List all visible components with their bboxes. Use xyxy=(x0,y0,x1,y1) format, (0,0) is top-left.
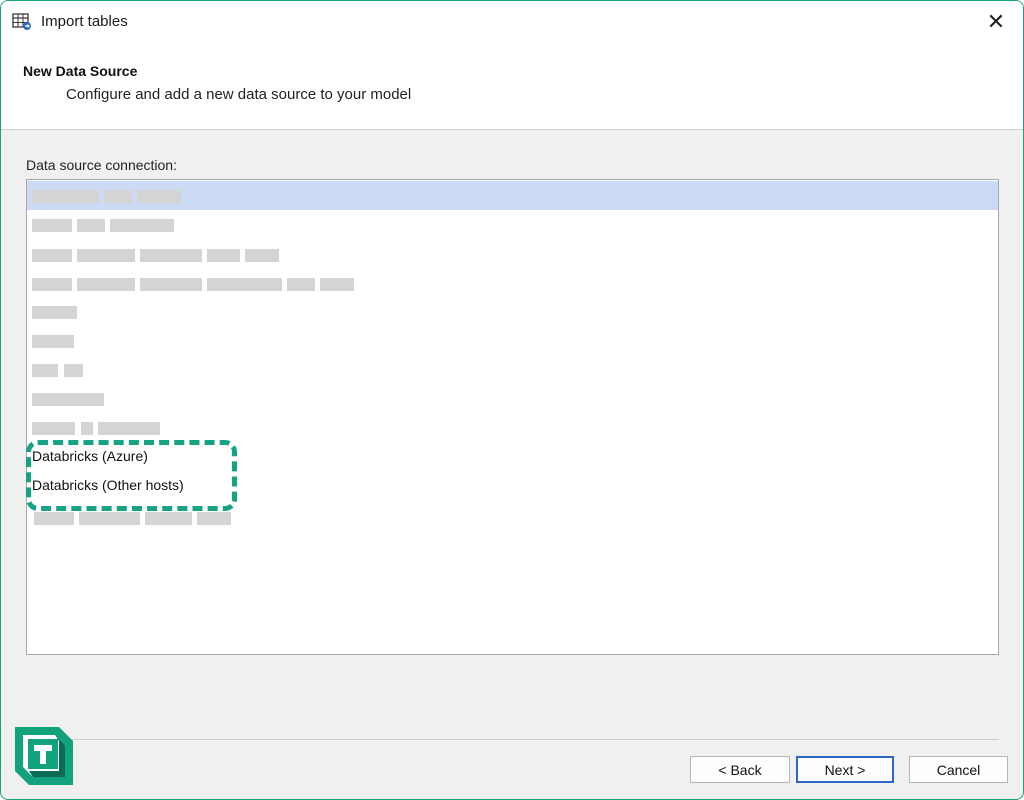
page-subtitle: Configure and add a new data source to y… xyxy=(66,86,412,103)
close-button[interactable]: ✕ xyxy=(983,9,1009,35)
redacted-text xyxy=(320,278,354,291)
redacted-text xyxy=(81,422,93,435)
redacted-text xyxy=(32,219,72,232)
redacted-text xyxy=(137,190,181,203)
footer-divider xyxy=(26,739,999,740)
redacted-text xyxy=(32,364,58,377)
next-button[interactable]: Next > xyxy=(796,756,894,783)
list-item[interactable] xyxy=(27,240,998,269)
list-item[interactable] xyxy=(27,413,998,442)
redacted-text xyxy=(140,278,202,291)
data-source-listbox[interactable]: Databricks (Azure) Databricks (Other hos… xyxy=(26,179,999,655)
redacted-text xyxy=(197,512,231,525)
redacted-text xyxy=(207,278,282,291)
redacted-text xyxy=(77,219,105,232)
redacted-text xyxy=(32,335,74,348)
redacted-text xyxy=(64,364,83,377)
list-item[interactable] xyxy=(27,384,998,413)
list-item[interactable] xyxy=(27,326,998,355)
title-bar: Import tables ✕ xyxy=(1,1,1023,43)
cancel-button[interactable]: Cancel xyxy=(909,756,1008,783)
redacted-text xyxy=(32,422,75,435)
redacted-text xyxy=(32,190,99,203)
redacted-text xyxy=(77,249,135,262)
list-item-databricks-azure[interactable]: Databricks (Azure) xyxy=(27,443,998,472)
table-import-icon xyxy=(12,13,31,30)
list-item[interactable] xyxy=(27,269,998,298)
redacted-text xyxy=(287,278,315,291)
redacted-text xyxy=(32,306,77,319)
close-icon: ✕ xyxy=(986,9,1006,34)
list-item-databricks-other-hosts[interactable]: Databricks (Other hosts) xyxy=(27,472,998,501)
list-item[interactable] xyxy=(27,297,998,326)
list-item[interactable] xyxy=(27,210,998,239)
page-title: New Data Source xyxy=(23,63,138,79)
window-title: Import tables xyxy=(41,13,128,30)
redacted-text xyxy=(207,249,240,262)
list-item[interactable] xyxy=(27,355,998,384)
list-item[interactable] xyxy=(27,181,998,210)
tabular-editor-logo xyxy=(15,727,73,785)
redacted-text xyxy=(98,422,160,435)
redacted-text xyxy=(77,278,135,291)
wizard-header: New Data Source Configure and add a new … xyxy=(1,43,1023,130)
redacted-text xyxy=(32,249,72,262)
redacted-text xyxy=(245,249,279,262)
redacted-text xyxy=(32,393,104,406)
list-item[interactable] xyxy=(27,503,998,532)
redacted-text xyxy=(104,190,132,203)
redacted-text xyxy=(32,278,72,291)
redacted-text xyxy=(145,512,192,525)
data-source-connection-label: Data source connection: xyxy=(26,157,177,173)
redacted-text xyxy=(79,512,140,525)
list-item-label: Databricks (Azure) xyxy=(32,448,148,464)
redacted-text xyxy=(34,512,74,525)
redacted-text xyxy=(110,219,174,232)
redacted-text xyxy=(140,249,202,262)
import-tables-dialog: Import tables ✕ New Data Source Configur… xyxy=(0,0,1024,800)
back-button[interactable]: < Back xyxy=(690,756,790,783)
list-item-label: Databricks (Other hosts) xyxy=(32,477,184,493)
